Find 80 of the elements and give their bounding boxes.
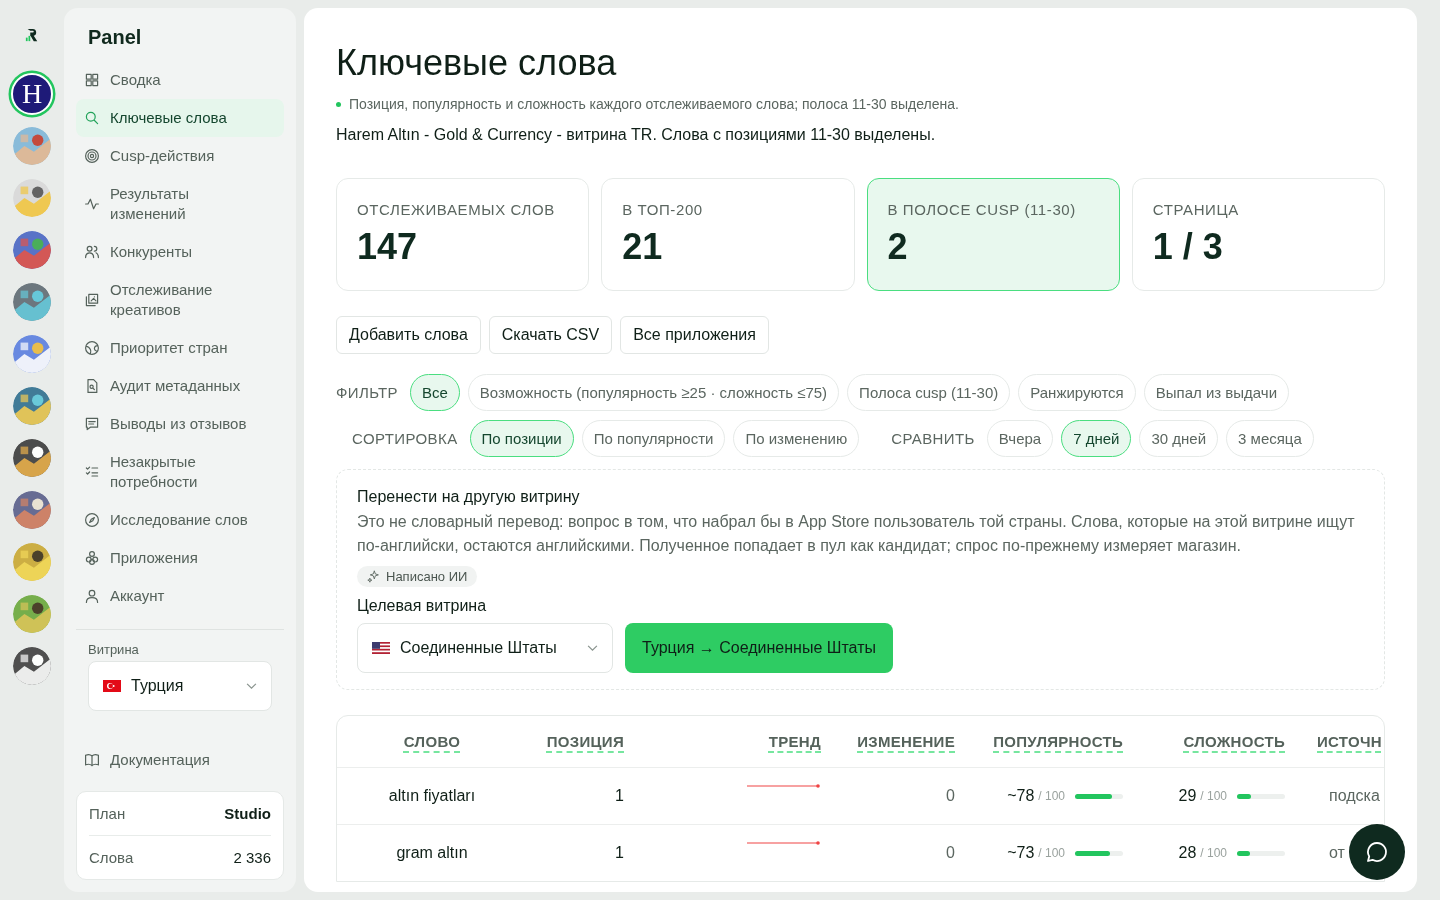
stat-label: ОТСЛЕЖИВАЕМЫХ СЛОВ xyxy=(357,201,556,218)
table-cell: 0 xyxy=(946,787,955,805)
column-header[interactable]: ПОПУЛЯРНОСТЬ xyxy=(993,733,1123,750)
compare-chip[interactable]: 7 дней xyxy=(1061,420,1132,457)
nav-item[interactable]: Ключевые слова xyxy=(76,99,284,137)
nav-item[interactable]: Приложения xyxy=(76,539,284,577)
nav-item[interactable]: Аудит метаданных xyxy=(76,367,284,405)
table-cell-text: подска xyxy=(1328,787,1380,805)
column-header[interactable]: ТРЕНД xyxy=(768,733,821,750)
action-button[interactable]: Добавить слова xyxy=(336,316,481,354)
compare-chip[interactable]: 3 месяца xyxy=(1226,420,1314,457)
stat-value: 147 xyxy=(357,226,419,268)
popularity-value: ~78 xyxy=(1007,787,1035,805)
sort-label: СОРТИРОВКА xyxy=(352,430,458,447)
table-cell: 1 xyxy=(615,844,624,862)
action-button[interactable]: Скачать CSV xyxy=(488,316,613,354)
badge-text: Написано ИИ xyxy=(386,569,468,584)
table-cell: altın fiyatları xyxy=(388,787,476,805)
difficulty-value: 29 xyxy=(1178,787,1197,805)
sort-chip[interactable]: По позиции xyxy=(469,420,574,457)
popularity-value: ~73 xyxy=(1007,844,1035,862)
sidebar-title: Panel xyxy=(87,26,143,49)
nav-item[interactable]: Отслеживание креативов xyxy=(76,271,284,329)
filter-chip[interactable]: Все xyxy=(409,374,460,411)
difficulty-value: 28 xyxy=(1178,844,1197,862)
nav-item[interactable]: Исследование слов xyxy=(76,501,284,539)
stat-label: В ТОП-200 xyxy=(622,201,704,218)
compare-label: СРАВНИТЬ xyxy=(891,430,975,447)
field-label: Целевая витрина xyxy=(357,597,488,615)
table-cell-text: от xyxy=(1328,844,1345,862)
nav-item[interactable]: Аккаунт xyxy=(76,577,284,615)
plan-label: Слова xyxy=(89,849,134,866)
scale-max: / 100 xyxy=(1038,789,1065,803)
nav-item[interactable]: Выводы из отзывов xyxy=(76,405,284,443)
column-header[interactable]: ИЗМЕНЕНИЕ xyxy=(857,733,955,750)
page-title: Ключевые слова xyxy=(336,42,618,84)
transfer-button[interactable]: Турция → Соединенные Штаты xyxy=(625,623,893,673)
page-description: Harem Altın - Gold & Currency - витрина TR. Слова с позициями 11-30 выделены. xyxy=(336,126,937,144)
stat-label: СТРАНИЦА xyxy=(1152,201,1240,218)
stat-value: 1 / 3 xyxy=(1152,226,1224,268)
column-header[interactable]: ИСТОЧН xyxy=(1285,733,1382,750)
nav-item[interactable]: Cusp-действия xyxy=(76,137,284,175)
stat-value: 21 xyxy=(622,226,664,268)
plan-value: 2 336 xyxy=(233,849,271,866)
scale-max: / 100 xyxy=(1200,789,1227,803)
section-text: Это не словарный перевод: вопрос в том, что набрал бы в App Store пользователь той страны. Слова, которые на этой витрине ищут по-английски, остаются английскими. Полученное попадает в пул как кандидат; спрос по-прежнему измеряет магазин. xyxy=(357,512,1356,556)
column-header[interactable]: ПОЗИЦИЯ xyxy=(546,733,624,750)
field-label: Витрина xyxy=(87,642,140,657)
nav-item[interactable]: Сводка xyxy=(76,61,284,99)
nav-item[interactable]: Результаты изменений xyxy=(76,175,284,233)
filter-chip[interactable]: Возможность (популярность ≥25 · сложность ≤75) xyxy=(467,374,840,411)
table-cell: 1 xyxy=(615,787,624,805)
nav-item[interactable]: Незакрытые потребности xyxy=(76,443,284,501)
column-header[interactable]: СЛОВО xyxy=(403,733,461,750)
sort-chip[interactable]: По изменению xyxy=(733,420,860,457)
sort-chip[interactable]: По популярности xyxy=(581,420,726,457)
table-cell: 0 xyxy=(946,844,955,862)
nav-item[interactable]: Приоритет стран xyxy=(76,329,284,367)
plan-label: План xyxy=(89,805,126,822)
filter-chip[interactable]: Выпал из выдачи xyxy=(1143,374,1290,411)
compare-chip[interactable]: Вчера xyxy=(986,420,1054,457)
filter-chip[interactable]: Ранжируются xyxy=(1018,374,1136,411)
stat-label: В ПОЛОСЕ CUSP (11-30) xyxy=(887,201,1077,218)
column-header[interactable]: СЛОЖНОСТЬ xyxy=(1183,733,1285,750)
storefront-select[interactable]: Турция xyxy=(88,661,272,711)
compare-chip[interactable]: 30 дней xyxy=(1139,420,1219,457)
table-cell: gram altın xyxy=(396,844,468,862)
stat-value: 2 xyxy=(887,226,909,268)
nav-item[interactable]: Конкуренты xyxy=(76,233,284,271)
plan-value: Studio xyxy=(224,805,271,822)
filter-label: ФИЛЬТР xyxy=(336,384,398,401)
docs-link[interactable]: Документация xyxy=(76,741,284,779)
page-subtitle: Позиция, популярность и сложность каждого отслеживаемого слова; полоса 11-30 выделена. xyxy=(349,96,959,112)
filter-chip[interactable]: Полоса cusp (11-30) xyxy=(847,374,1011,411)
section-title: Перенести на другую витрину xyxy=(357,488,581,506)
scale-max: / 100 xyxy=(1200,846,1227,860)
scale-max: / 100 xyxy=(1038,846,1065,860)
target-select[interactable]: Соединенные Штаты xyxy=(357,623,613,673)
action-button[interactable]: Все приложения xyxy=(620,316,769,354)
app-avatar[interactable]: H xyxy=(11,73,53,115)
